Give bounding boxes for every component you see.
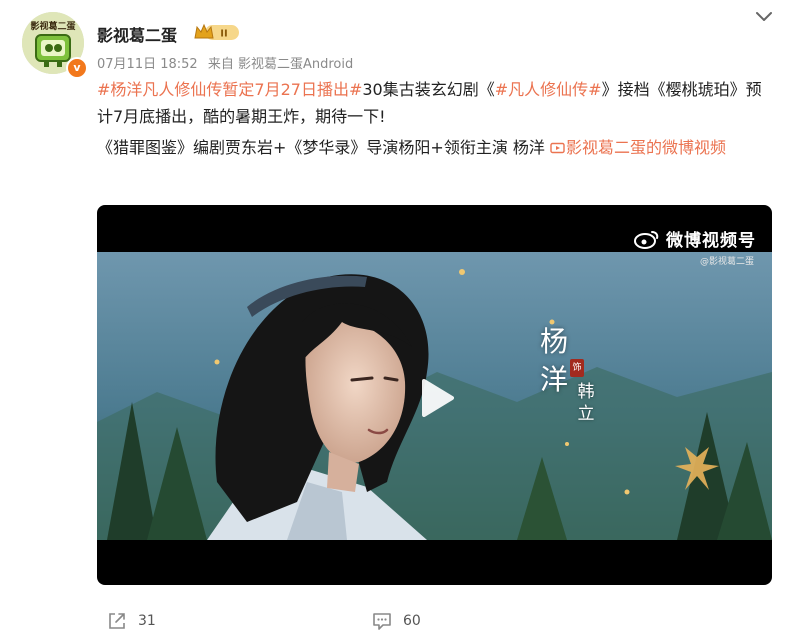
comment-button[interactable]: 60 xyxy=(371,606,421,636)
chevron-down-icon[interactable] xyxy=(752,6,776,26)
video-player[interactable]: 微博视频号 @影视葛二蛋 杨洋 饰 韩立 xyxy=(97,205,772,585)
share-button[interactable]: 31 xyxy=(106,606,156,636)
share-count: 31 xyxy=(138,613,156,629)
rank-badge-label: II xyxy=(220,29,227,40)
video-watermark: 微博视频号 xyxy=(634,226,756,251)
post-paragraph-2: 《猎罪图鉴》编剧贾东岩+《梦华录》导演杨阳+领衔主演 杨洋 影视葛二蛋的微博视频 xyxy=(97,134,767,161)
avatar-text: 影视葛二蛋 xyxy=(30,20,75,32)
verified-badge-icon: v xyxy=(66,57,88,79)
caption-actor-name: 杨洋 xyxy=(539,325,568,396)
watermark-subtext: @影视葛二蛋 xyxy=(699,257,754,267)
comment-count: 60 xyxy=(403,613,421,629)
watermark-text: 微博视频号 xyxy=(666,231,756,251)
video-link-label: 影视葛二蛋的微博视频 xyxy=(566,138,727,157)
weibo-post: 影视葛二蛋 v 影视葛二蛋 II 07月11日 18:52 来自 影视葛二蛋An… xyxy=(0,0,790,644)
play-icon[interactable] xyxy=(410,373,460,423)
post-source: 来自 影视葛二蛋Android xyxy=(207,57,354,72)
comment-icon xyxy=(373,613,391,630)
video-link-icon xyxy=(550,142,565,154)
hashtag-link-2[interactable]: #凡人修仙传# xyxy=(495,80,602,99)
video-link[interactable]: 影视葛二蛋的微博视频 xyxy=(550,138,726,157)
post-paragraph-1: #杨洋凡人修仙传暂定7月27日播出#30集古装玄幻剧《#凡人修仙传#》接档《樱桃… xyxy=(97,76,767,130)
caption-seal: 饰 xyxy=(570,359,584,377)
post-content: #杨洋凡人修仙传暂定7月27日播出#30集古装玄幻剧《#凡人修仙传#》接档《樱桃… xyxy=(97,76,767,161)
share-icon xyxy=(109,613,125,629)
post-meta: 07月11日 18:52 来自 影视葛二蛋Android xyxy=(97,53,359,72)
post-time[interactable]: 07月11日 18:52 xyxy=(97,57,198,72)
post-actions: 31 60 xyxy=(0,606,790,636)
post-text-3: 《猎罪图鉴》编剧贾东岩+《梦华录》导演杨阳+领衔主演 杨洋 xyxy=(97,138,550,157)
caption-role-name: 韩立 xyxy=(577,382,595,424)
weibo-logo-icon xyxy=(634,230,659,249)
hashtag-link-1[interactable]: #杨洋凡人修仙传暂定7月27日播出# xyxy=(97,80,362,99)
author-name[interactable]: 影视葛二蛋 xyxy=(97,22,177,46)
post-text-1: 30集古装玄幻剧《 xyxy=(362,80,495,99)
crown-rank-badge-icon: II xyxy=(194,23,239,40)
